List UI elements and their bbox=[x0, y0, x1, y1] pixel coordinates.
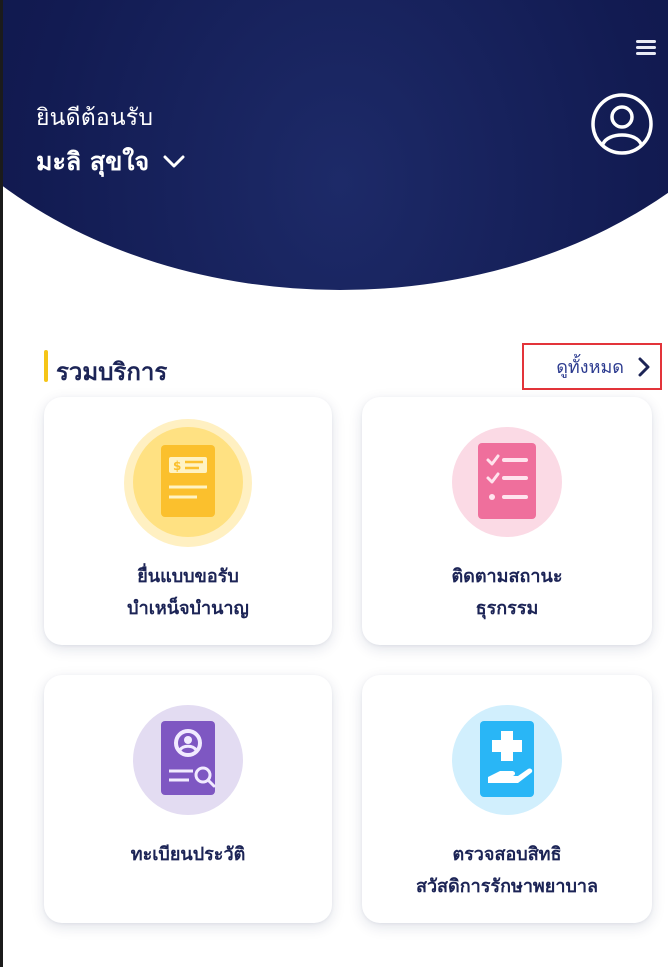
chevron-down-icon bbox=[163, 155, 185, 168]
hamburger-menu-icon[interactable] bbox=[636, 40, 656, 56]
window-edge bbox=[0, 0, 3, 967]
medical-hand-icon bbox=[452, 705, 562, 815]
document-money-icon: $ bbox=[133, 427, 243, 537]
chevron-right-icon bbox=[638, 357, 650, 376]
card-label: ตรวจสอบสิทธิ สวัสดิการรักษาพยาบาล bbox=[362, 839, 652, 903]
section-accent-bar bbox=[44, 350, 48, 382]
checklist-icon bbox=[452, 427, 562, 537]
user-switcher[interactable]: มะลิ สุขใจ bbox=[36, 142, 185, 182]
card-label-line1: ทะเบียนประวัติ bbox=[130, 844, 246, 865]
card-label: ทะเบียนประวัติ bbox=[44, 839, 332, 871]
view-all-label: ดูทั้งหมด bbox=[556, 357, 624, 378]
profile-search-icon bbox=[133, 705, 243, 815]
app-screen: ยินดีต้อนรับ มะลิ สุขใจ รวมบริการ ดูทั้ง… bbox=[0, 0, 668, 967]
view-all-button[interactable]: ดูทั้งหมด bbox=[522, 343, 662, 390]
welcome-text: ยินดีต้อนรับ bbox=[36, 105, 154, 131]
card-label-line2: บำเหน็จบำนาญ bbox=[127, 598, 249, 619]
card-label-line1: ติดตามสถานะ bbox=[451, 566, 563, 587]
card-label-line2: ธุรกรรม bbox=[475, 598, 539, 619]
service-card-profile-registry[interactable]: ทะเบียนประวัติ bbox=[44, 675, 332, 923]
card-label-line1: ตรวจสอบสิทธิ bbox=[452, 844, 562, 865]
service-card-pension[interactable]: $ ยื่นแบบขอรับ บำเหน็จบำนาญ bbox=[44, 397, 332, 645]
user-name: มะลิ สุขใจ bbox=[36, 147, 150, 176]
service-card-medical-rights[interactable]: ตรวจสอบสิทธิ สวัสดิการรักษาพยาบาล bbox=[362, 675, 652, 923]
card-label-line1: ยื่นแบบขอรับ bbox=[137, 566, 239, 587]
card-label: ติดตามสถานะ ธุรกรรม bbox=[362, 561, 652, 625]
service-card-track-status[interactable]: ติดตามสถานะ ธุรกรรม bbox=[362, 397, 652, 645]
user-circle-icon[interactable] bbox=[590, 92, 654, 156]
card-label-line2: สวัสดิการรักษาพยาบาล bbox=[415, 876, 599, 897]
svg-text:$: $ bbox=[173, 459, 181, 473]
card-label: ยื่นแบบขอรับ บำเหน็จบำนาญ bbox=[44, 561, 332, 625]
section-title: รวมบริการ bbox=[56, 358, 168, 386]
